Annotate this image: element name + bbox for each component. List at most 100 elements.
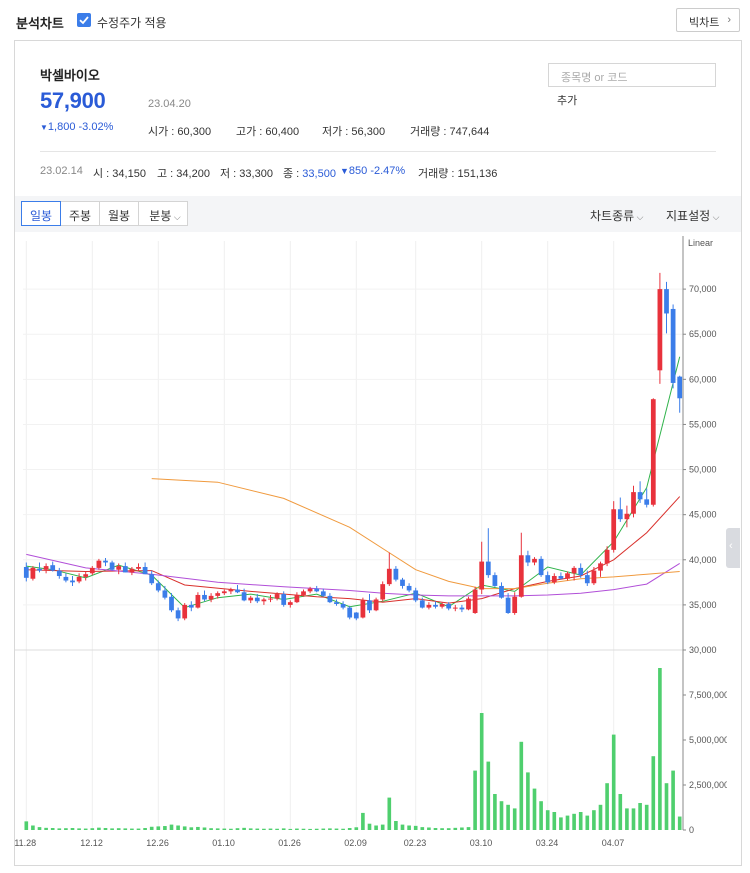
- volume-bar: [281, 828, 286, 830]
- volume-value: 747,644: [449, 126, 490, 138]
- volume-bar: [328, 828, 332, 830]
- volume-bar: [598, 804, 603, 830]
- chart-type-dropdown[interactable]: 차트종류 ⌵: [590, 207, 644, 224]
- candle-body: [459, 607, 465, 610]
- candle-body: [499, 585, 504, 598]
- day-change-text: 850 -2.47%: [348, 165, 406, 177]
- candle-body: [670, 308, 676, 383]
- volume-bar: [532, 788, 537, 830]
- volume-bar: [625, 808, 629, 830]
- volume-bar: [202, 827, 207, 830]
- day-info-change: ▼850 -2.47%: [340, 165, 405, 177]
- candle-body: [353, 612, 359, 619]
- volume: 거래량 : 747,644: [410, 126, 490, 138]
- price-tick-label: 55,000: [689, 419, 717, 429]
- candle-body: [433, 604, 438, 607]
- high-label: 고가: [236, 126, 257, 138]
- candle-body: [650, 399, 656, 505]
- candle-body: [314, 588, 320, 592]
- volume-bar: [136, 828, 141, 830]
- big-chart-button[interactable]: 빅차트 ›: [676, 8, 740, 32]
- candle-body: [584, 575, 590, 584]
- candle-body: [413, 590, 419, 601]
- candle-body: [162, 590, 168, 598]
- volume-bar: [380, 824, 385, 830]
- candle-body: [195, 594, 201, 608]
- candle-body: [294, 594, 300, 603]
- candle-body: [23, 566, 29, 578]
- volume-bar: [314, 828, 319, 830]
- volume-bar: [149, 826, 154, 830]
- volume-bar: [638, 803, 642, 830]
- tab-minute[interactable]: 분봉 ⌵: [138, 201, 188, 226]
- candle-body: [254, 597, 260, 602]
- adjusted-price-checkbox[interactable]: [77, 13, 91, 27]
- price-volume-chart[interactable]: Linear 70,000 65,000 60,000 55,000 50,000 45,0…: [15, 236, 727, 860]
- candle-body: [268, 598, 273, 600]
- x-tick-label: 03.24: [536, 838, 559, 848]
- day-info-volume: 거래량 : 151,136: [418, 168, 498, 180]
- volume-bar: [301, 828, 306, 830]
- adjusted-price-label[interactable]: 수정주가 적용: [97, 14, 167, 31]
- moving-average-ma20: [26, 496, 681, 604]
- volume-bar: [407, 825, 411, 830]
- candle-body: [89, 567, 95, 574]
- candle-body: [400, 579, 405, 586]
- candle-body: [228, 589, 234, 592]
- candle-body: [644, 499, 650, 505]
- add-stock-link[interactable]: 추가: [557, 92, 577, 108]
- volume-bar: [453, 827, 458, 830]
- x-tick-label: 12.26: [146, 838, 169, 848]
- candle-body: [63, 576, 69, 581]
- candle-body: [327, 595, 333, 603]
- side-panel-toggle[interactable]: ‹: [726, 528, 740, 568]
- indicator-settings-dropdown[interactable]: 지표설정 ⌵: [666, 207, 720, 224]
- day-volume-label: 거래량: [418, 168, 449, 180]
- candle-body: [565, 573, 570, 579]
- down-arrow-icon: ▼: [340, 166, 349, 176]
- tab-weekly[interactable]: 주봉: [60, 201, 100, 226]
- chevron-left-icon: ‹: [729, 540, 733, 552]
- volume-bar: [255, 828, 260, 830]
- volume-bar: [229, 828, 233, 830]
- price-tick-label: 35,000: [689, 600, 717, 610]
- candle-body: [281, 594, 287, 605]
- candle-body: [677, 376, 683, 399]
- volume-bar: [341, 828, 345, 830]
- day-open-label: 시: [93, 168, 104, 180]
- stock-search-input[interactable]: 종목명 or 코드: [548, 63, 716, 87]
- candle-body: [545, 575, 551, 583]
- volume-bar: [644, 804, 649, 830]
- candle-body: [241, 592, 247, 601]
- volume-bar: [156, 826, 161, 830]
- volume-bar: [143, 828, 147, 830]
- candle-body: [76, 576, 82, 582]
- low-label: 저가: [322, 126, 343, 138]
- tab-monthly[interactable]: 월봉: [99, 201, 139, 226]
- volume-bar: [275, 828, 279, 830]
- volume-bar: [677, 816, 682, 830]
- volume-bar: [24, 821, 29, 830]
- volume-bar: [592, 810, 596, 830]
- x-tick-label: 04.07: [602, 838, 625, 848]
- tab-minute-label: 분봉: [149, 209, 172, 223]
- candle-body: [664, 289, 669, 314]
- day-info-date: 23.02.14: [40, 165, 83, 177]
- price-tick-label: 30,000: [689, 645, 717, 655]
- candle-body: [175, 610, 181, 619]
- candle-body: [142, 566, 148, 575]
- candle-body: [512, 596, 518, 614]
- volume-bar: [130, 828, 134, 830]
- volume-bar: [182, 826, 187, 830]
- volume-bar: [387, 797, 392, 830]
- chevron-right-icon: ›: [727, 14, 731, 26]
- volume-bar: [506, 804, 510, 830]
- volume-bar: [83, 828, 88, 830]
- top-bar: 분석차트 수정주가 적용 빅차트 ›: [0, 0, 750, 40]
- volume-bar: [209, 828, 213, 830]
- candle-body: [221, 591, 227, 594]
- candle-body: [301, 591, 306, 595]
- day-info-low: 저 : 33,300: [220, 168, 273, 180]
- tab-daily[interactable]: 일봉: [21, 201, 61, 226]
- volume-bar: [44, 827, 48, 830]
